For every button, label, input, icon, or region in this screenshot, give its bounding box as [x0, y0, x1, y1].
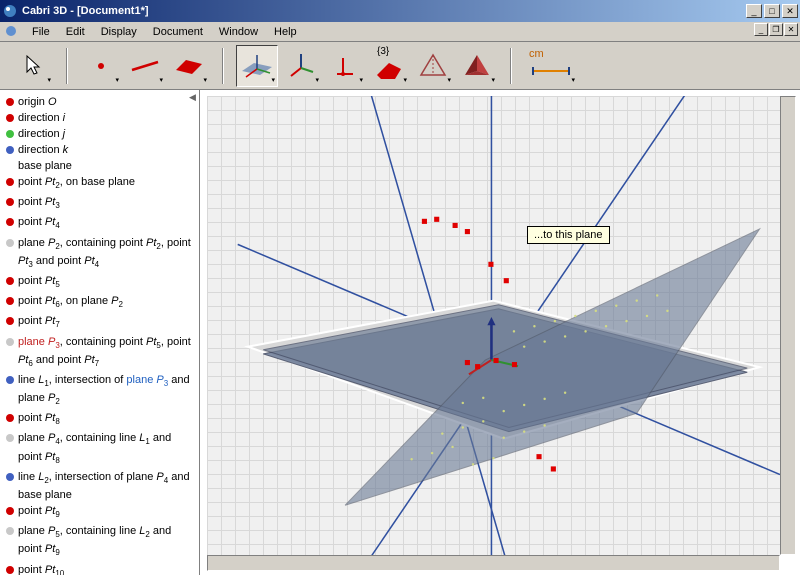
object-label: point Pt10 — [18, 563, 195, 575]
object-list-item[interactable]: point Pt6, on plane P2 — [2, 293, 197, 313]
line-tool[interactable]: ▾ — [124, 45, 166, 87]
object-bullet-icon — [6, 507, 14, 515]
object-label: direction k — [18, 143, 195, 157]
menu-help[interactable]: Help — [266, 24, 305, 40]
tetrahedron-wire-tool[interactable]: ▾ — [412, 45, 454, 87]
object-list-item[interactable]: point Pt10 — [2, 562, 197, 575]
object-label: plane P5, containing line L2 and point P… — [18, 524, 195, 560]
object-list-item[interactable]: origin O — [2, 94, 197, 110]
polygon-tool[interactable]: {3} ▾ — [368, 45, 410, 87]
object-bullet-icon — [6, 338, 14, 346]
object-list-item[interactable]: plane P3, containing point Pt5, point Pt… — [2, 334, 197, 372]
window-titlebar: Cabri 3D - [Document1*] _ □ ✕ — [0, 0, 800, 22]
minimize-button[interactable]: _ — [746, 4, 762, 18]
mdi-minimize-button[interactable]: _ — [754, 23, 768, 36]
document-icon — [4, 24, 20, 40]
object-bullet-icon — [6, 566, 14, 574]
object-bullet-icon — [6, 98, 14, 106]
object-bullet-icon — [6, 130, 14, 138]
menu-document[interactable]: Document — [145, 24, 211, 40]
object-bullet-icon — [6, 376, 14, 384]
object-list-item[interactable]: base plane — [2, 158, 197, 174]
object-list-item[interactable]: point Pt7 — [2, 313, 197, 333]
object-list-item[interactable]: direction k — [2, 142, 197, 158]
object-list-item[interactable]: point Pt4 — [2, 214, 197, 234]
object-label: line L1, intersection of plane P3 and pl… — [18, 373, 195, 409]
cursor-tool[interactable]: ▾ — [12, 45, 54, 87]
object-bullet-icon — [6, 277, 14, 285]
object-bullet-icon — [6, 114, 14, 122]
object-label: point Pt5 — [18, 274, 195, 292]
menubar: FileEditDisplayDocumentWindowHelp _ ❐ ✕ — [0, 22, 800, 42]
vertical-scrollbar[interactable] — [780, 96, 796, 555]
plane-tool[interactable]: ▾ — [168, 45, 210, 87]
object-list-item[interactable]: line L2, intersection of plane P4 and ba… — [2, 469, 197, 503]
object-list-item[interactable]: plane P2, containing point Pt2, point Pt… — [2, 235, 197, 273]
object-label: plane P3, containing point Pt5, point Pt… — [18, 335, 195, 371]
object-label: point Pt2, on base plane — [18, 175, 195, 193]
object-list-item[interactable]: plane P4, containing line L1 and point P… — [2, 430, 197, 468]
object-label: point Pt6, on plane P2 — [18, 294, 195, 312]
object-list-item[interactable]: plane P5, containing line L2 and point P… — [2, 523, 197, 561]
object-list-item[interactable]: point Pt5 — [2, 273, 197, 293]
object-label: point Pt9 — [18, 504, 195, 522]
object-label: point Pt8 — [18, 411, 195, 429]
object-label: base plane — [18, 159, 195, 173]
mdi-close-button[interactable]: ✕ — [784, 23, 798, 36]
toolbar: ▾ ▾ ▾ ▾ ▾ ▾ ▾ {3} ▾ ▾ ▾ — [0, 42, 800, 90]
horizontal-scrollbar[interactable] — [207, 555, 780, 571]
object-list-item[interactable]: point Pt2, on base plane — [2, 174, 197, 194]
object-bullet-icon — [6, 146, 14, 154]
object-bullet-icon — [6, 297, 14, 305]
menu-file[interactable]: File — [24, 24, 58, 40]
menu-window[interactable]: Window — [211, 24, 266, 40]
close-button[interactable]: ✕ — [782, 4, 798, 18]
object-list-item[interactable]: point Pt8 — [2, 410, 197, 430]
object-label: point Pt7 — [18, 314, 195, 332]
menu-display[interactable]: Display — [93, 24, 145, 40]
object-label: direction i — [18, 111, 195, 125]
object-label: direction j — [18, 127, 195, 141]
object-list-item[interactable]: direction i — [2, 110, 197, 126]
measurement-tool[interactable]: cm ▾ — [524, 45, 578, 87]
object-bullet-icon — [6, 414, 14, 422]
object-bullet-icon — [6, 218, 14, 226]
maximize-button[interactable]: □ — [764, 4, 780, 18]
object-bullet-icon — [6, 239, 14, 247]
perpendicular-tool[interactable]: ▾ — [324, 45, 366, 87]
point-tool[interactable]: ▾ — [80, 45, 122, 87]
object-list-item[interactable]: line L1, intersection of plane P3 and pl… — [2, 372, 197, 410]
sidebar-collapse-icon[interactable]: ◀ — [189, 92, 199, 102]
object-bullet-icon — [6, 178, 14, 186]
tooltip: ...to this plane — [527, 226, 610, 244]
mdi-restore-button[interactable]: ❐ — [769, 23, 783, 36]
object-bullet-icon — [6, 317, 14, 325]
object-label: point Pt3 — [18, 195, 195, 213]
object-list-item[interactable]: point Pt3 — [2, 194, 197, 214]
object-label: origin O — [18, 95, 195, 109]
window-title: Cabri 3D - [Document1*] — [22, 5, 746, 17]
object-label: line L2, intersection of plane P4 and ba… — [18, 470, 195, 502]
object-list-item[interactable]: direction j — [2, 126, 197, 142]
axes-plane-tool[interactable]: ▾ — [236, 45, 278, 87]
object-bullet-icon — [6, 198, 14, 206]
object-bullet-icon — [6, 527, 14, 535]
menu-edit[interactable]: Edit — [58, 24, 93, 40]
object-label: plane P2, containing point Pt2, point Pt… — [18, 236, 195, 272]
object-bullet-icon — [6, 434, 14, 442]
object-label: point Pt4 — [18, 215, 195, 233]
viewport-3d[interactable]: ...to this plane — [200, 90, 800, 575]
object-label: plane P4, containing line L1 and point P… — [18, 431, 195, 467]
tetrahedron-solid-tool[interactable]: ▾ — [456, 45, 498, 87]
axes-tool[interactable]: ▾ — [280, 45, 322, 87]
object-list-sidebar[interactable]: ◀ origin O direction i direction j directio… — [0, 90, 200, 575]
app-icon — [2, 3, 18, 19]
object-list-item[interactable]: point Pt9 — [2, 503, 197, 523]
object-bullet-icon — [6, 473, 14, 481]
scene-3d[interactable] — [207, 96, 780, 567]
